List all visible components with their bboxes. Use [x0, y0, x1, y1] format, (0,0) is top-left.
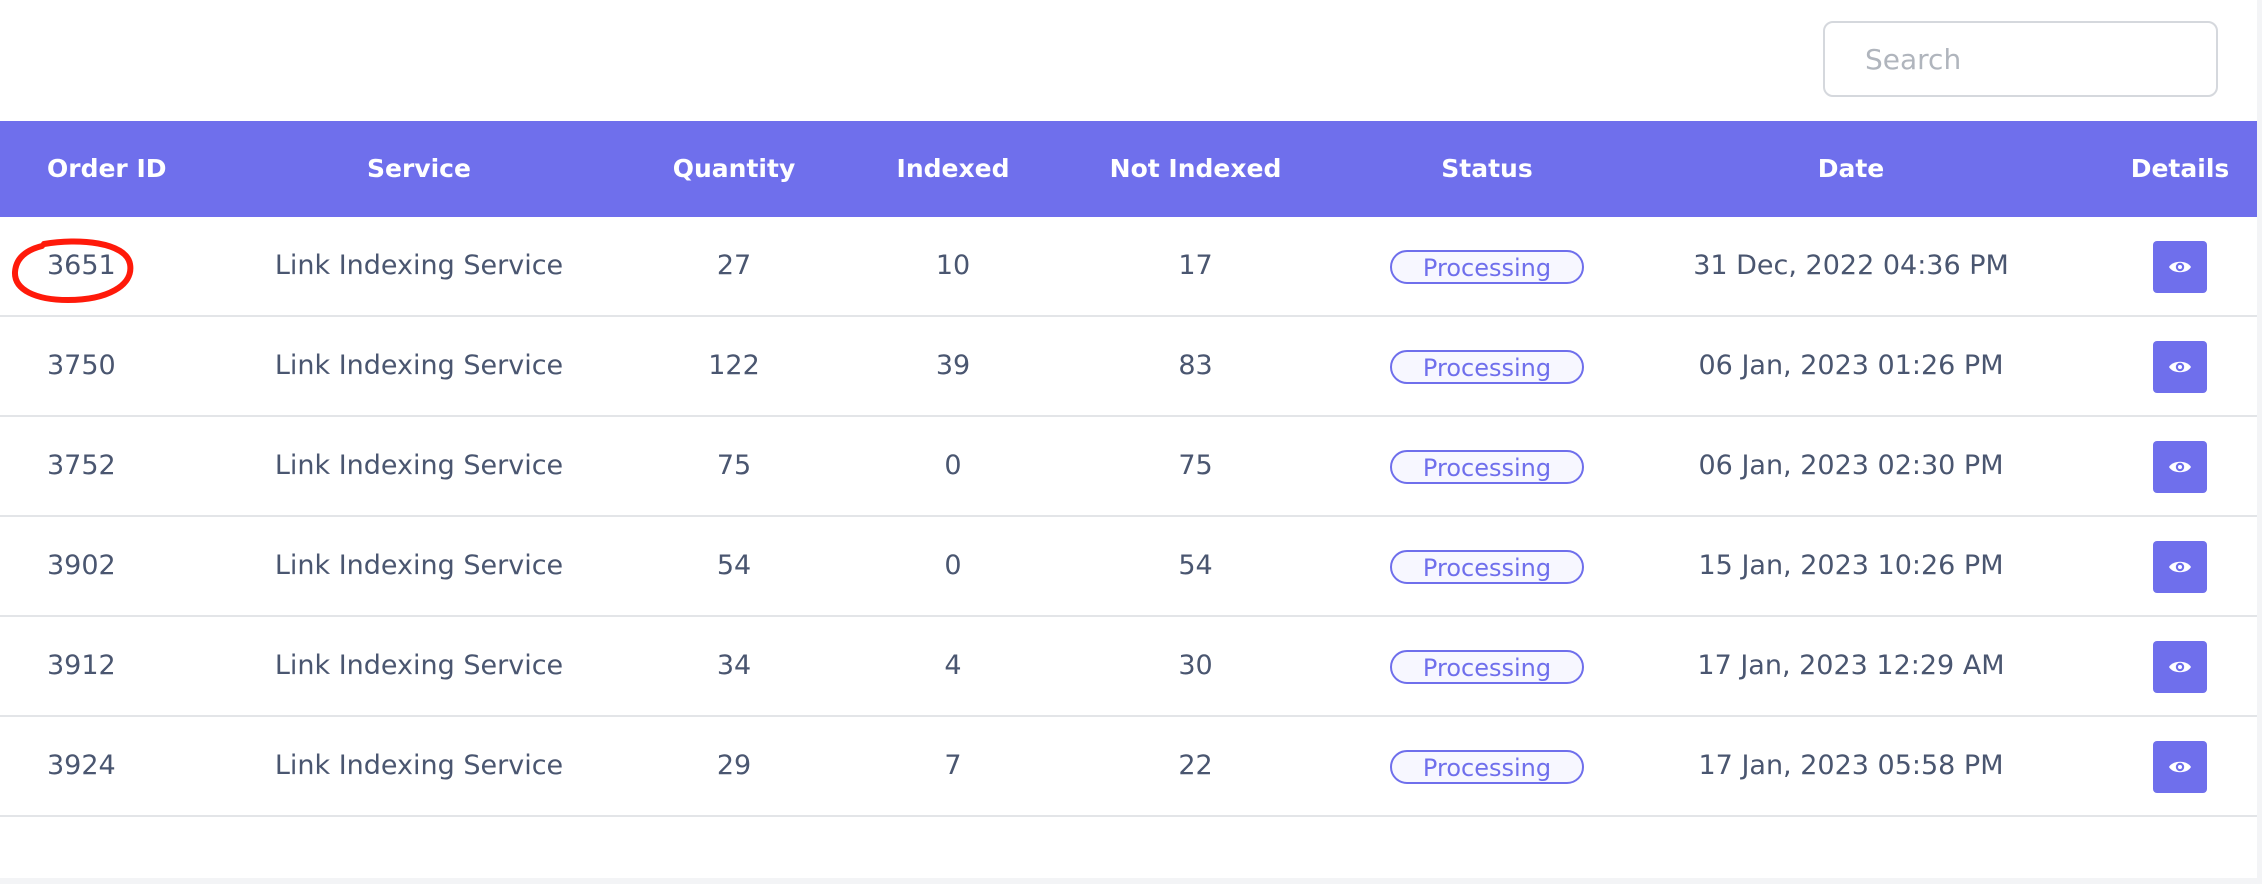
column-header-order-id[interactable]: Order ID	[0, 121, 167, 217]
table-header: Order ID Service Quantity Indexed Not In…	[0, 121, 2257, 217]
quantity-cell: 54	[716, 550, 752, 581]
details-cell	[2125, 517, 2235, 615]
column-header-date[interactable]: Date	[1665, 121, 2037, 217]
column-header-status[interactable]: Status	[1387, 121, 1587, 217]
service-cell: Link Indexing Service	[274, 450, 564, 481]
not-indexed-cell: 54	[1178, 550, 1213, 581]
indexed-cell: 0	[944, 450, 962, 481]
details-cell	[2125, 717, 2235, 815]
indexed-cell: 0	[944, 550, 962, 581]
eye-icon	[2169, 261, 2191, 272]
status-badge: Processing	[1390, 749, 1584, 784]
column-header-service[interactable]: Service	[240, 121, 598, 217]
status-badge: Processing	[1390, 649, 1584, 684]
quantity-cell: 75	[716, 450, 752, 481]
indexed-cell: 4	[944, 650, 962, 681]
details-cell	[2125, 217, 2235, 315]
service-cell: Link Indexing Service	[274, 350, 564, 381]
date-cell: 06 Jan, 2023 02:30 PM	[1698, 450, 2004, 481]
details-cell	[2125, 417, 2235, 515]
service-cell: Link Indexing Service	[274, 650, 564, 681]
quantity-cell: 34	[716, 650, 752, 681]
order-id-cell: 3752	[47, 450, 116, 481]
date-cell: 17 Jan, 2023 12:29 AM	[1697, 650, 2005, 681]
status-badge: Processing	[1390, 249, 1584, 284]
orders-card: Order ID Service Quantity Indexed Not In…	[0, 0, 2257, 878]
service-cell: Link Indexing Service	[274, 250, 564, 281]
table-row: 3752 Link Indexing Service 75 0 75 Proce…	[0, 417, 2257, 517]
view-details-button[interactable]	[2153, 540, 2207, 593]
date-cell: 06 Jan, 2023 01:26 PM	[1698, 350, 2004, 381]
red-annotation-circle	[12, 238, 134, 303]
quantity-cell: 122	[708, 350, 760, 381]
table-row: 3924 Link Indexing Service 29 7 22 Proce…	[0, 717, 2257, 817]
not-indexed-cell: 30	[1178, 650, 1213, 681]
search-input[interactable]	[1823, 21, 2218, 97]
table-row: 3750 Link Indexing Service 122 39 83 Pro…	[0, 317, 2257, 417]
indexed-cell: 7	[944, 750, 962, 781]
table-row: 3651 Link Indexing Service 27 10 17 Proc…	[0, 217, 2257, 317]
order-id-cell: 3902	[47, 550, 116, 581]
eye-icon	[2169, 361, 2191, 372]
date-cell: 17 Jan, 2023 05:58 PM	[1698, 750, 2004, 781]
page: Order ID Service Quantity Indexed Not In…	[0, 0, 2262, 884]
status-cell: Processing	[1387, 517, 1587, 615]
status-cell: Processing	[1387, 717, 1587, 815]
quantity-cell: 29	[716, 750, 752, 781]
not-indexed-cell: 22	[1178, 750, 1213, 781]
eye-icon	[2169, 761, 2191, 772]
eye-icon	[2169, 661, 2191, 672]
not-indexed-cell: 17	[1178, 250, 1213, 281]
view-details-button[interactable]	[2153, 340, 2207, 393]
not-indexed-cell: 83	[1178, 350, 1213, 381]
not-indexed-cell: 75	[1178, 450, 1213, 481]
view-details-button[interactable]	[2153, 240, 2207, 293]
column-header-quantity[interactable]: Quantity	[654, 121, 814, 217]
view-details-button[interactable]	[2153, 440, 2207, 493]
date-cell: 15 Jan, 2023 10:26 PM	[1698, 550, 2004, 581]
details-cell	[2125, 317, 2235, 415]
eye-icon	[2169, 561, 2191, 572]
service-cell: Link Indexing Service	[274, 750, 564, 781]
eye-icon	[2169, 461, 2191, 472]
view-details-button[interactable]	[2153, 640, 2207, 693]
column-header-not-indexed[interactable]: Not Indexed	[1091, 121, 1300, 217]
order-id-cell: 3912	[47, 650, 116, 681]
status-badge: Processing	[1390, 349, 1584, 384]
view-details-button[interactable]	[2153, 740, 2207, 793]
status-cell: Processing	[1387, 317, 1587, 415]
service-cell: Link Indexing Service	[274, 550, 564, 581]
quantity-cell: 27	[716, 250, 752, 281]
status-cell: Processing	[1387, 417, 1587, 515]
order-id-cell: 3750	[47, 350, 116, 381]
column-header-details: Details	[2130, 154, 2230, 183]
details-cell	[2125, 617, 2235, 715]
indexed-cell: 39	[935, 350, 971, 381]
status-badge: Processing	[1390, 549, 1584, 584]
indexed-cell: 10	[935, 250, 971, 281]
status-badge: Processing	[1390, 449, 1584, 484]
date-cell: 31 Dec, 2022 04:36 PM	[1693, 250, 2009, 281]
status-cell: Processing	[1387, 217, 1587, 315]
status-cell: Processing	[1387, 617, 1587, 715]
column-header-indexed[interactable]: Indexed	[873, 121, 1033, 217]
table-row: 3912 Link Indexing Service 34 4 30 Proce…	[0, 617, 2257, 717]
table-row: 3902 Link Indexing Service 54 0 54 Proce…	[0, 517, 2257, 617]
order-id-cell: 3924	[47, 750, 116, 781]
